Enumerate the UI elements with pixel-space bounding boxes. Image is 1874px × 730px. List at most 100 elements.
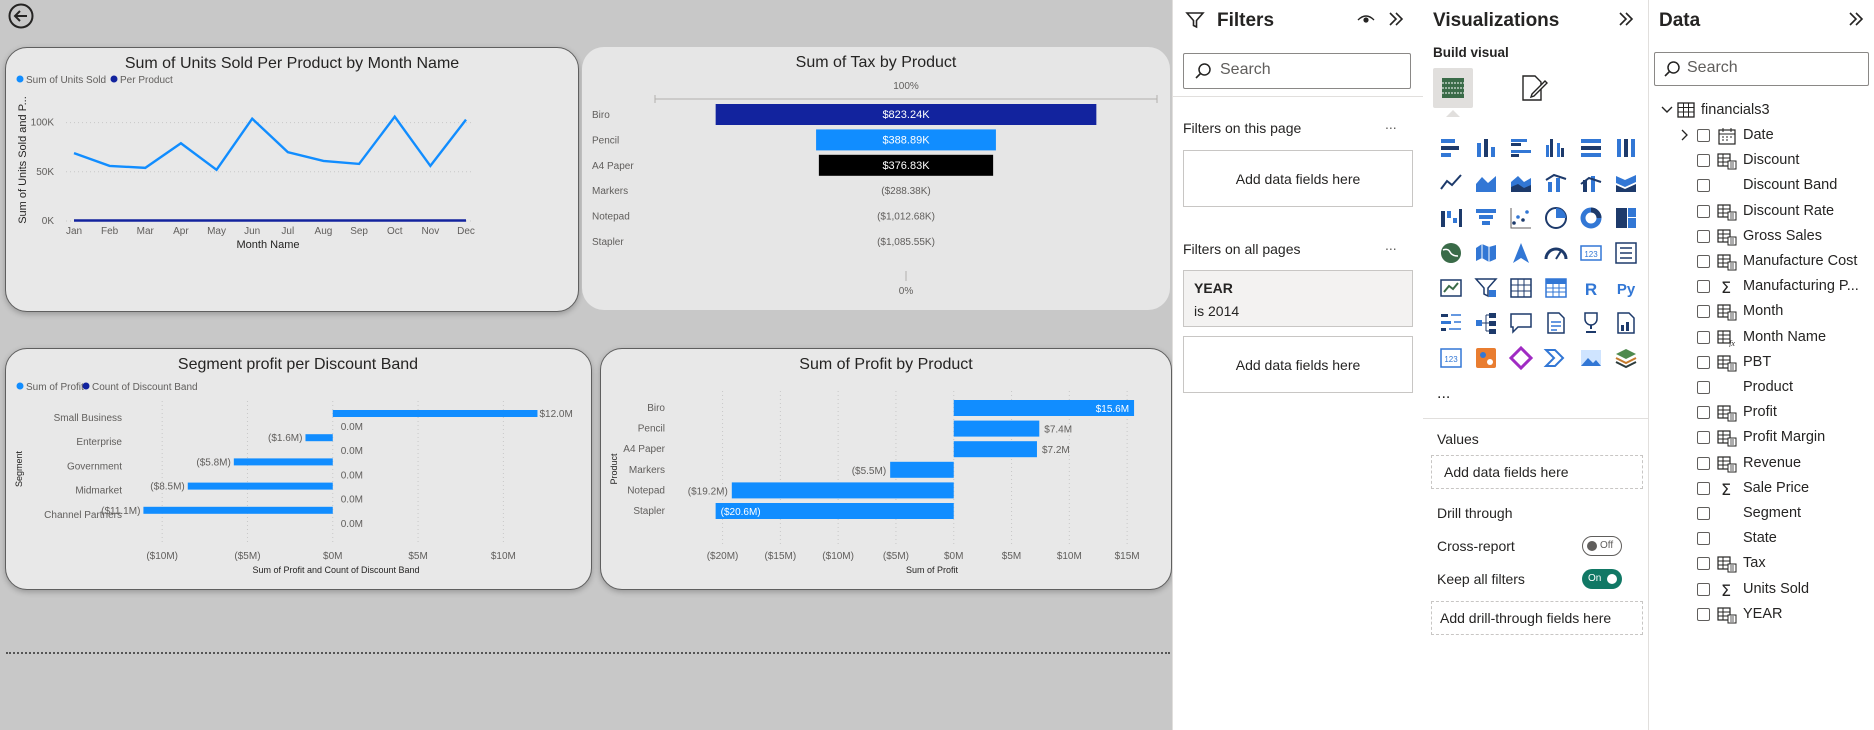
chevron-right-icon[interactable]	[1679, 129, 1689, 141]
field-checkbox[interactable]	[1697, 330, 1710, 344]
clustered-column-icon[interactable]	[1538, 130, 1573, 165]
decomposition-tree-icon[interactable]	[1468, 305, 1503, 340]
field-row[interactable]: YEAR	[1649, 600, 1874, 630]
100-column-icon[interactable]	[1608, 130, 1643, 165]
field-checkbox[interactable]	[1697, 280, 1710, 294]
more-options-icon[interactable]: ...	[1385, 116, 1397, 132]
stacked-area-icon[interactable]	[1503, 165, 1538, 200]
line-clustered-column-icon-glyph	[1544, 173, 1566, 192]
field-checkbox[interactable]	[1697, 481, 1710, 495]
pie-icon[interactable]	[1538, 200, 1573, 235]
field-checkbox[interactable]	[1697, 507, 1710, 520]
field-checkbox[interactable]	[1697, 179, 1710, 193]
line-chart-card[interactable]: Sum of Units Sold Per Product by Month N…	[5, 47, 579, 312]
field-checkbox[interactable]	[1697, 406, 1710, 420]
gauge-icon[interactable]	[1538, 235, 1573, 270]
data-search-field[interactable]	[1685, 58, 1839, 78]
ribbon-chart-icon[interactable]	[1608, 165, 1643, 200]
table-icon[interactable]	[1503, 270, 1538, 305]
collapse-viz-icon[interactable]	[1617, 10, 1635, 28]
tax-funnel-card[interactable]: Sum of Tax by Product 100% Biro $823.24K Pen…	[582, 47, 1170, 310]
power-apps-icon[interactable]	[1503, 340, 1538, 375]
format-visual-icon[interactable]	[1518, 72, 1550, 104]
waterfall-icon[interactable]	[1433, 200, 1468, 235]
map-icon[interactable]	[1433, 235, 1468, 270]
matrix-icon[interactable]	[1538, 270, 1573, 305]
data-search-input[interactable]	[1654, 52, 1869, 86]
field-checkbox[interactable]	[1697, 154, 1710, 168]
field-checkbox[interactable]	[1697, 129, 1710, 142]
python-visual-icon[interactable]: Py	[1608, 270, 1643, 305]
scatter-icon[interactable]	[1503, 200, 1538, 235]
azure-ml-icon[interactable]	[1468, 340, 1503, 375]
tab-pointer	[1446, 110, 1460, 117]
smart-narrative-icon[interactable]	[1538, 305, 1573, 340]
filled-map-icon[interactable]	[1468, 235, 1503, 270]
goals-icon[interactable]	[1573, 305, 1608, 340]
paginated-report-icon[interactable]	[1608, 305, 1643, 340]
drill-through-dropzone[interactable]: Add drill-through fields here	[1431, 601, 1643, 635]
image-visual-icon[interactable]	[1573, 340, 1608, 375]
100-column-icon-glyph	[1616, 138, 1635, 157]
arcgis-icon[interactable]	[1608, 340, 1643, 375]
eye-icon[interactable]	[1357, 12, 1375, 26]
field-checkbox[interactable]	[1697, 557, 1710, 571]
clustered-bar-icon[interactable]	[1503, 130, 1538, 165]
field-checkbox[interactable]	[1697, 355, 1710, 369]
all-pages-filter-dropzone[interactable]: Add data fields here	[1183, 336, 1413, 393]
slicer-icon[interactable]	[1468, 270, 1503, 305]
card-new-icon[interactable]: 123	[1433, 340, 1468, 375]
card-icon[interactable]: 123	[1573, 235, 1608, 270]
visualizations-pane: Visualizations Build visual 123 R Py 123 ..…	[1423, 0, 1649, 730]
collapse-data-icon[interactable]	[1847, 10, 1865, 28]
back-arrow-icon[interactable]	[8, 3, 34, 29]
donut-icon[interactable]	[1573, 200, 1608, 235]
funnel-icon[interactable]	[1468, 200, 1503, 235]
power-automate-icon[interactable]	[1538, 340, 1573, 375]
more-visuals-icon[interactable]: ...	[1437, 385, 1450, 403]
field-checkbox[interactable]	[1697, 607, 1710, 621]
legend-marker	[16, 382, 24, 390]
multirow-card-icon[interactable]	[1608, 235, 1643, 270]
line-chart-icon[interactable]	[1433, 165, 1468, 200]
year-filter-card[interactable]: YEAR is 2014	[1183, 270, 1413, 327]
collapse-filters-icon[interactable]	[1387, 10, 1405, 28]
field-checkbox[interactable]	[1697, 431, 1710, 445]
more-options-icon[interactable]: ...	[1385, 237, 1397, 253]
100-bar-icon[interactable]	[1573, 130, 1608, 165]
field-checkbox[interactable]	[1697, 255, 1710, 268]
azure-map-icon[interactable]	[1503, 235, 1538, 270]
stacked-bar-icon[interactable]	[1433, 130, 1468, 165]
qa-icon[interactable]	[1503, 305, 1538, 340]
field-checkbox[interactable]	[1697, 532, 1710, 546]
field-checkbox[interactable]	[1697, 582, 1710, 596]
line-clustered-column-icon[interactable]	[1538, 165, 1573, 200]
filters-search-input[interactable]	[1183, 53, 1411, 89]
profit-bar	[143, 506, 333, 514]
cross-report-toggle[interactable]: Off	[1582, 536, 1622, 556]
category-label: Notepad	[592, 212, 630, 223]
chevron-down-icon[interactable]	[1661, 105, 1673, 115]
field-checkbox[interactable]	[1697, 229, 1710, 243]
build-visual-tab[interactable]	[1433, 68, 1473, 108]
kpi-icon[interactable]	[1433, 270, 1468, 305]
filter-condition: is 2014	[1194, 303, 1240, 319]
key-influencers-icon[interactable]	[1433, 305, 1468, 340]
r-visual-icon[interactable]: R	[1573, 270, 1608, 305]
segment-profit-card[interactable]: Segment profit per Discount Band Sum of P…	[5, 348, 592, 590]
line-chart-icon-glyph	[1439, 173, 1462, 190]
x-tick-label: ($5M)	[234, 551, 260, 562]
line-stacked-column-icon[interactable]	[1573, 165, 1608, 200]
field-checkbox[interactable]	[1697, 456, 1710, 470]
field-checkbox[interactable]	[1697, 305, 1710, 319]
treemap-icon[interactable]	[1608, 200, 1643, 235]
values-dropzone[interactable]: Add data fields here	[1431, 455, 1643, 489]
keep-all-filters-toggle[interactable]: On	[1582, 569, 1622, 589]
profit-by-product-card[interactable]: Sum of Profit by Product ($20M) ($15M) ($10…	[600, 348, 1172, 590]
area-chart-icon[interactable]	[1468, 165, 1503, 200]
field-checkbox[interactable]	[1697, 204, 1710, 218]
field-checkbox[interactable]	[1697, 381, 1710, 394]
filters-search-field[interactable]	[1218, 60, 1372, 80]
page-filter-dropzone[interactable]: Add data fields here	[1183, 150, 1413, 207]
stacked-column-icon[interactable]	[1468, 130, 1503, 165]
